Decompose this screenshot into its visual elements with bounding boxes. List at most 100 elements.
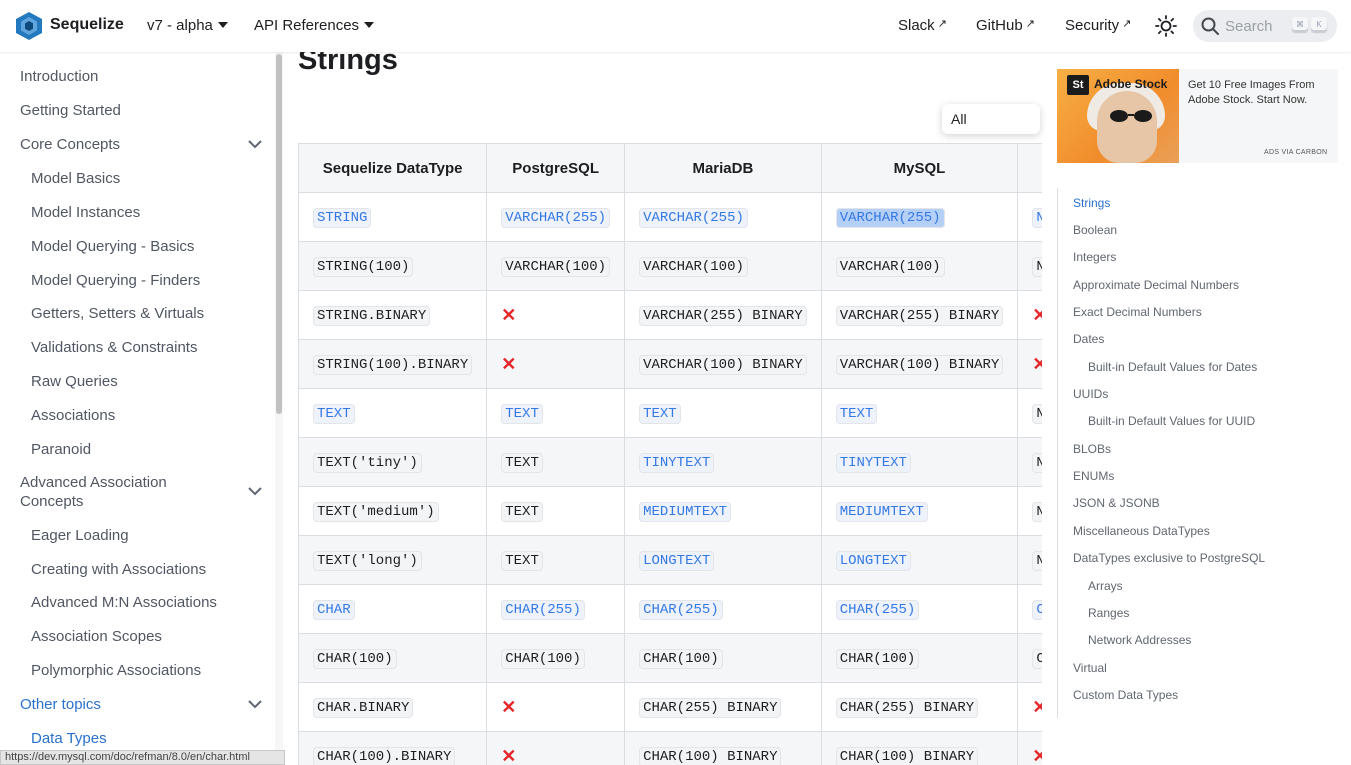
- datatype-code-link[interactable]: TEXT: [313, 404, 355, 424]
- toc-item-default-uuid[interactable]: Built-in Default Values for UUID: [1088, 414, 1255, 428]
- datatype-code-link[interactable]: LONGTEXT: [639, 551, 715, 571]
- datatype-code-link[interactable]: STRING: [313, 208, 372, 228]
- carbon-ad[interactable]: St Adobe Stock Get 10 Free Images From A…: [1057, 69, 1338, 163]
- toc-item-exact-decimal[interactable]: Exact Decimal Numbers: [1073, 305, 1202, 319]
- table-cell: CHAR(100).BINARY: [298, 731, 488, 765]
- column-header: PostgreSQL: [486, 143, 626, 193]
- toc-item-arrays[interactable]: Arrays: [1088, 579, 1123, 593]
- sidebar-item-creating-with-associations[interactable]: Creating with Associations: [31, 561, 206, 578]
- toc-item-enums[interactable]: ENUMs: [1073, 469, 1114, 483]
- toc-item-ranges[interactable]: Ranges: [1088, 606, 1129, 620]
- datatype-code-link[interactable]: CHAR(255): [501, 600, 585, 620]
- datatype-code-link[interactable]: NVA: [1032, 208, 1042, 228]
- sequelize-logo-icon[interactable]: [15, 11, 43, 41]
- chevron-down-icon[interactable]: [247, 486, 263, 496]
- datatype-code-link[interactable]: CHAR(255): [835, 600, 920, 620]
- search-button[interactable]: Search ⌘ K: [1193, 10, 1337, 42]
- sidebar-item-concepts[interactable]: Concepts: [20, 493, 83, 510]
- chevron-down-icon[interactable]: [247, 139, 263, 149]
- datatype-code: CHAR(100) BINARY: [639, 747, 782, 765]
- datatype-code-link[interactable]: TEXT: [835, 404, 878, 424]
- toc-item-approximate-decimal[interactable]: Approximate Decimal Numbers: [1073, 278, 1239, 292]
- sidebar-item-getters-setters[interactable]: Getters, Setters & Virtuals: [31, 305, 204, 322]
- datatype-code-link[interactable]: VARCHAR(255): [639, 208, 748, 228]
- dialect-tab-popup[interactable]: All: [942, 104, 1040, 134]
- datatype-code-link[interactable]: VARCHAR(255): [501, 208, 611, 228]
- toc-item-custom-data-types[interactable]: Custom Data Types: [1073, 688, 1178, 702]
- toc-item-default-dates[interactable]: Built-in Default Values for Dates: [1088, 360, 1257, 374]
- sidebar-item-data-types[interactable]: Data Types: [31, 730, 107, 747]
- table-cell: TINYTEXT: [820, 437, 1019, 487]
- datatype-code-link[interactable]: TINYTEXT: [835, 453, 911, 473]
- table-cell: ✕: [486, 290, 626, 340]
- version-dropdown[interactable]: v7 - alpha: [147, 17, 228, 34]
- api-references-dropdown[interactable]: API References: [254, 17, 375, 34]
- sidebar-item-association-scopes[interactable]: Association Scopes: [31, 628, 162, 645]
- column-header: MySQL: [820, 143, 1019, 193]
- sidebar-item-model-basics[interactable]: Model Basics: [31, 170, 120, 187]
- sidebar-item-introduction[interactable]: Introduction: [20, 68, 98, 85]
- sidebar-item-validations[interactable]: Validations & Constraints: [31, 339, 197, 356]
- toc-item-boolean[interactable]: Boolean: [1073, 223, 1117, 237]
- toc-item-dates[interactable]: Dates: [1073, 332, 1104, 346]
- datatype-code: STRING.BINARY: [313, 306, 431, 326]
- github-link[interactable]: GitHub ↗: [976, 17, 1035, 34]
- sidebar-item-raw-queries[interactable]: Raw Queries: [31, 373, 118, 390]
- datatype-code: TEXT: [501, 502, 543, 522]
- table-cell: CHAR(100): [624, 633, 822, 683]
- toc-item-virtual[interactable]: Virtual: [1073, 661, 1107, 675]
- column-header: MariaDB: [624, 143, 822, 193]
- theme-toggle-sun-icon[interactable]: [1155, 15, 1177, 37]
- tab-all[interactable]: All: [951, 111, 967, 127]
- sidebar-item-model-querying-basics[interactable]: Model Querying - Basics: [31, 238, 194, 255]
- datatype-code-link[interactable]: MEDIUMTEXT: [835, 502, 928, 522]
- chevron-down-icon[interactable]: [247, 699, 263, 709]
- datatype-code-link[interactable]: TEXT: [501, 404, 543, 424]
- sidebar-item-associations[interactable]: Associations: [31, 407, 115, 424]
- ad-text[interactable]: Get 10 Free Images From Adobe Stock. Sta…: [1188, 78, 1328, 108]
- datatype-code-link[interactable]: TINYTEXT: [639, 453, 715, 473]
- sidebar-item-advanced-association[interactable]: Advanced Association: [20, 474, 167, 491]
- ad-image[interactable]: St Adobe Stock: [1057, 69, 1179, 163]
- table-row: STRING(100).BINARY ✕ VARCHAR(100) BINARY VA…: [298, 339, 1042, 389]
- table-cell: ✕: [1017, 731, 1042, 765]
- datatype-code-link[interactable]: LONGTEXT: [835, 551, 911, 571]
- datatype-code-link[interactable]: MEDIUMTEXT: [639, 502, 732, 522]
- sidebar-item-core-concepts[interactable]: Core Concepts: [20, 136, 120, 153]
- datatype-code-link[interactable]: CHAR(255): [639, 600, 723, 620]
- github-label: GitHub: [976, 17, 1023, 34]
- ads-via-carbon[interactable]: ADS VIA CARBON: [1264, 149, 1327, 156]
- datatype-code-link[interactable]: TEXT: [639, 404, 681, 424]
- toc-item-blobs[interactable]: BLOBs: [1073, 442, 1111, 456]
- slack-link[interactable]: Slack ↗: [898, 17, 947, 34]
- toc-item-network-addresses[interactable]: Network Addresses: [1088, 633, 1191, 647]
- toc-item-postgres-exclusive[interactable]: DataTypes exclusive to PostgreSQL: [1073, 551, 1265, 565]
- datatype-code-link[interactable]: CHA: [1032, 600, 1042, 620]
- toc-item-integers[interactable]: Integers: [1073, 250, 1116, 264]
- datatype-code: VARCHAR(100): [835, 257, 945, 277]
- security-link[interactable]: Security ↗: [1065, 17, 1131, 34]
- column-header: Sequelize DataType: [298, 143, 488, 193]
- sidebar-item-eager-loading[interactable]: Eager Loading: [31, 527, 129, 544]
- sidebar-scrollbar-thumb[interactable]: [276, 54, 282, 414]
- toc-item-json[interactable]: JSON & JSONB: [1073, 496, 1160, 510]
- datatype-code-link[interactable]: VARCHAR(255): [835, 208, 945, 228]
- sidebar-item-getting-started[interactable]: Getting Started: [20, 102, 121, 119]
- table-cell: TEXT: [624, 388, 822, 438]
- toc-item-misc[interactable]: Miscellaneous DataTypes: [1073, 524, 1210, 538]
- sidebar-item-other-topics[interactable]: Other topics: [20, 696, 101, 713]
- table-row: TEXT('medium') TEXT MEDIUMTEXT MEDIUMTEXT NV…: [298, 486, 1042, 536]
- sidebar-item-polymorphic[interactable]: Polymorphic Associations: [31, 662, 201, 679]
- sidebar-item-paranoid[interactable]: Paranoid: [31, 441, 91, 458]
- brand-name[interactable]: Sequelize: [50, 16, 124, 34]
- sidebar-item-advanced-mn[interactable]: Advanced M:N Associations: [31, 594, 217, 611]
- datatypes-table-container[interactable]: Sequelize DataType PostgreSQL MariaDB MySQL…: [298, 143, 1042, 765]
- toc-item-uuids[interactable]: UUIDs: [1073, 387, 1108, 401]
- unsupported-x-icon: ✕: [1032, 696, 1042, 717]
- sidebar-item-model-instances[interactable]: Model Instances: [31, 204, 140, 221]
- datatype-code: CHAR(100).BINARY: [313, 747, 456, 765]
- sidebar-item-model-querying-finders[interactable]: Model Querying - Finders: [31, 272, 200, 289]
- sidebar: Introduction Getting Started Core Concep…: [0, 52, 283, 765]
- datatype-code-link[interactable]: CHAR: [313, 600, 355, 620]
- toc-item-strings[interactable]: Strings: [1073, 196, 1110, 210]
